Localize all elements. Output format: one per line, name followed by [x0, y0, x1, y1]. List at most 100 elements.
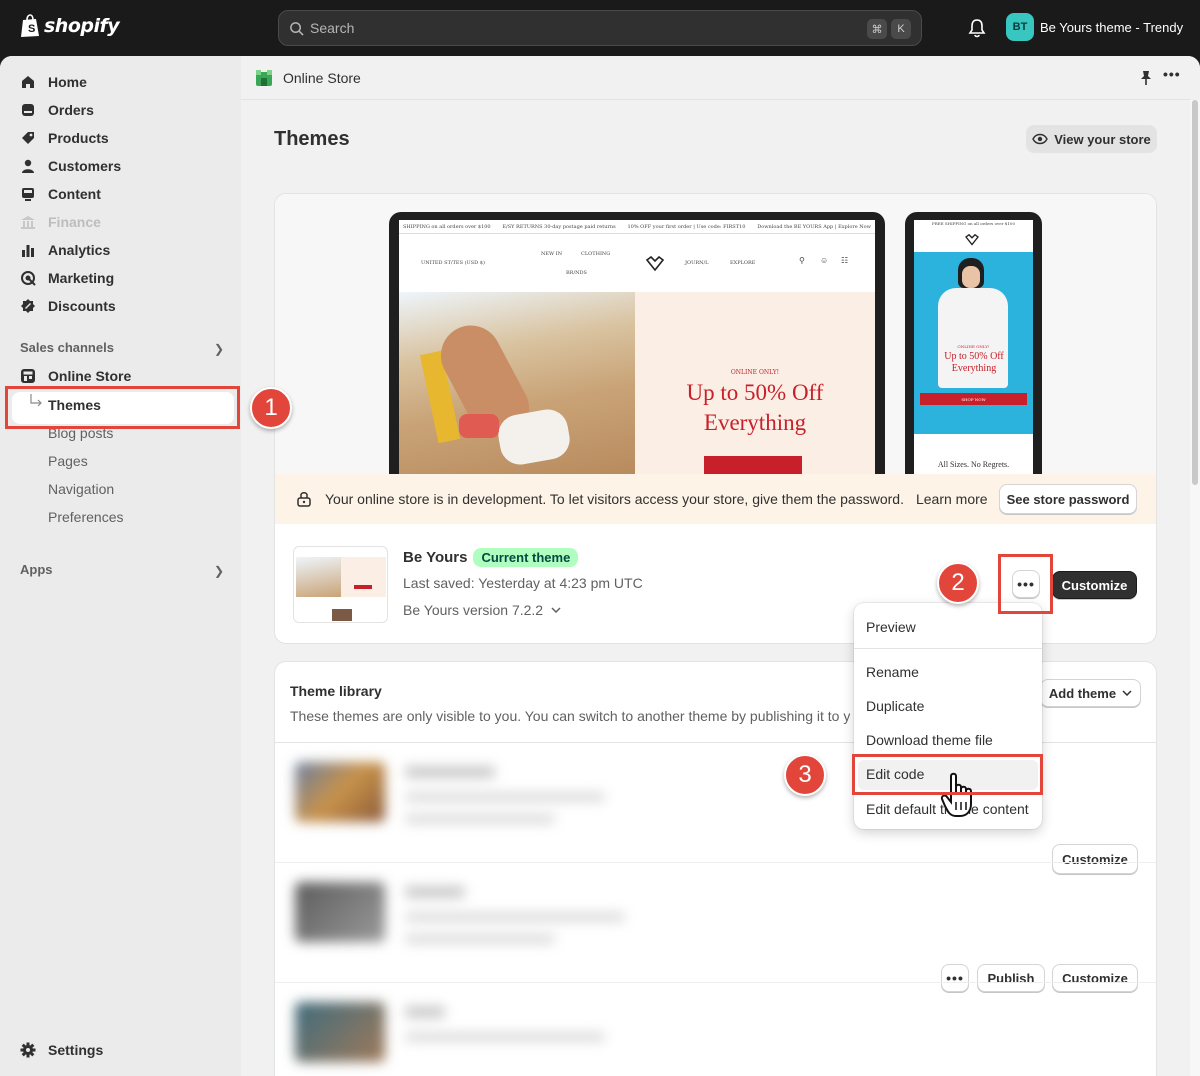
- breadcrumb-title[interactable]: Online Store: [283, 70, 361, 86]
- top-bar: S shopify Search ⌘ K BT Be Yours theme -…: [0, 0, 1200, 56]
- hero-image: [399, 292, 635, 474]
- store-name: Be Yours theme - Trendy: [1040, 19, 1184, 35]
- phone-hero: ONLINE ONLY! Up to 50% Off Everything SH…: [914, 252, 1033, 434]
- sidebar-item-customers[interactable]: Customers: [20, 154, 121, 178]
- menu-item-duplicate[interactable]: Duplicate: [866, 698, 924, 714]
- store-switcher[interactable]: BT Be Yours theme - Trendy: [1006, 13, 1183, 41]
- bell-icon[interactable]: [968, 18, 986, 38]
- store-search-icon: ⚲: [799, 256, 805, 265]
- annotation-highlight-actions: [998, 554, 1053, 614]
- annotation-step-3: 3: [784, 754, 826, 796]
- account-icon: ☺: [820, 256, 829, 265]
- current-theme-badge: Current theme: [473, 548, 579, 567]
- page-title: Themes: [274, 128, 350, 150]
- announcement-3: 10% OFF your first order | Use code: FIR…: [627, 223, 746, 230]
- view-store-button[interactable]: View your store: [1026, 125, 1157, 153]
- desktop-screen: SHIPPING on all orders over $100 E/SY RE…: [399, 220, 875, 474]
- sidebar-item-orders[interactable]: Orders: [20, 98, 94, 122]
- scrollbar[interactable]: [1190, 100, 1200, 1076]
- hero-line-2: Everything: [703, 410, 807, 435]
- sidebar-item-label: Online Store: [48, 368, 132, 384]
- chevron-right-icon[interactable]: ❯: [214, 342, 224, 356]
- sidebar-item-content[interactable]: Content: [20, 182, 101, 206]
- customize-button[interactable]: Customize: [1052, 964, 1138, 992]
- annotation-highlight-edit-code: [852, 754, 1043, 795]
- current-theme-thumbnail: [293, 546, 388, 623]
- nav-clothing: CLOTHING: [581, 251, 611, 257]
- avatar: BT: [1006, 13, 1034, 41]
- sidebar-item-label: Content: [48, 186, 101, 202]
- sidebar-item-products[interactable]: Products: [20, 126, 109, 150]
- add-theme-button[interactable]: Add theme: [1040, 679, 1141, 707]
- sidebar-item-label: Customers: [48, 158, 122, 174]
- menu-item-preview[interactable]: Preview: [866, 619, 916, 635]
- announcement-1: SHIPPING on all orders over $100: [403, 223, 491, 230]
- svg-text:S: S: [28, 23, 35, 35]
- discount-icon: [21, 299, 35, 313]
- dev-store-banner: Your online store is in development. To …: [275, 474, 1156, 524]
- menu-item-rename[interactable]: Rename: [866, 664, 919, 680]
- sidebar-item-home[interactable]: Home: [20, 70, 87, 94]
- logo-text: shopify: [44, 15, 120, 37]
- online-store-icon: [256, 69, 272, 86]
- chevron-right-icon[interactable]: ❯: [214, 564, 224, 578]
- announcement-4: Download the BE YOURS App | Explore Now: [757, 223, 871, 230]
- sidebar-item-label: Orders: [48, 102, 94, 118]
- sidebar: Home Orders Products Customers Content F…: [0, 56, 241, 1076]
- chevron-down-icon: [551, 607, 561, 613]
- sidebar-item-finance[interactable]: Finance: [20, 210, 101, 234]
- content-icon: [22, 188, 34, 201]
- library-theme-thumbnail: [295, 1002, 385, 1062]
- apps-heading[interactable]: Apps: [20, 562, 53, 577]
- gear-icon: [20, 1042, 36, 1058]
- theme-version-dropdown[interactable]: Be Yours version 7.2.2: [403, 602, 561, 618]
- orders-icon: [22, 104, 34, 116]
- search-input[interactable]: Search ⌘ K: [278, 10, 922, 46]
- theme-name: Be Yours: [403, 549, 468, 566]
- home-icon: [22, 76, 34, 88]
- sidebar-item-label: Settings: [48, 1042, 104, 1058]
- announcement-bar: SHIPPING on all orders over $100 E/SY RE…: [399, 220, 875, 234]
- sidebar-item-label: Products: [48, 130, 109, 146]
- mobile-preview: FREE SHIPPING on all orders over $100 ON…: [905, 212, 1042, 474]
- library-theme-thumbnail: [295, 882, 385, 942]
- sidebar-item-settings[interactable]: Settings: [20, 1038, 103, 1062]
- sidebar-item-online-store[interactable]: Online Store: [20, 364, 131, 388]
- phone-eyebrow: ONLINE ONLY!: [957, 344, 990, 349]
- sidebar-item-label: Analytics: [48, 242, 111, 258]
- desktop-preview: SHIPPING on all orders over $100 E/SY RE…: [389, 212, 885, 474]
- learn-more-link[interactable]: Learn more: [916, 491, 988, 507]
- nav-journal: JOURN/L: [685, 260, 709, 266]
- annotation-step-1: 1: [250, 387, 292, 429]
- library-theme-meta-placeholder: [405, 792, 605, 802]
- menu-item-download[interactable]: Download theme file: [866, 732, 993, 748]
- sidebar-item-discounts[interactable]: Discounts: [20, 294, 116, 318]
- library-theme-name-placeholder: [405, 1006, 445, 1018]
- more-actions-button[interactable]: •••: [941, 964, 969, 992]
- sidebar-sub-preferences[interactable]: Preferences: [48, 509, 123, 525]
- sidebar-item-label: Marketing: [48, 270, 115, 286]
- customize-current-theme-button[interactable]: Customize: [1052, 571, 1137, 599]
- scrollbar-thumb[interactable]: [1192, 100, 1198, 485]
- library-theme-version-placeholder: [405, 814, 555, 824]
- shopify-logo[interactable]: S shopify: [20, 14, 120, 38]
- library-theme-name-placeholder: [405, 886, 465, 898]
- publish-button[interactable]: Publish: [977, 964, 1045, 992]
- hero-line-1: Up to 50% Off: [686, 380, 824, 405]
- last-saved: Last saved: Yesterday at 4:23 pm UTC: [403, 575, 643, 591]
- menu-divider: [854, 648, 1042, 649]
- sidebar-sub-navigation[interactable]: Navigation: [48, 481, 114, 497]
- sales-channels-heading[interactable]: Sales channels: [20, 340, 114, 355]
- sidebar-item-analytics[interactable]: Analytics: [20, 238, 110, 262]
- phone-hero-text: Up to 50% Off Everything: [944, 351, 1004, 374]
- more-actions-icon[interactable]: •••: [1163, 66, 1181, 82]
- sidebar-sub-pages[interactable]: Pages: [48, 453, 88, 469]
- chevron-down-icon: [1122, 690, 1132, 696]
- see-store-password-button[interactable]: See store password: [999, 484, 1137, 514]
- customize-button[interactable]: Customize: [1052, 844, 1138, 874]
- nav-explore: EXPLORE: [730, 260, 756, 266]
- sidebar-item-marketing[interactable]: Marketing: [20, 266, 114, 290]
- library-theme-meta-placeholder: [405, 912, 625, 922]
- pin-icon[interactable]: [1139, 70, 1153, 86]
- library-theme-version-placeholder: [405, 934, 555, 944]
